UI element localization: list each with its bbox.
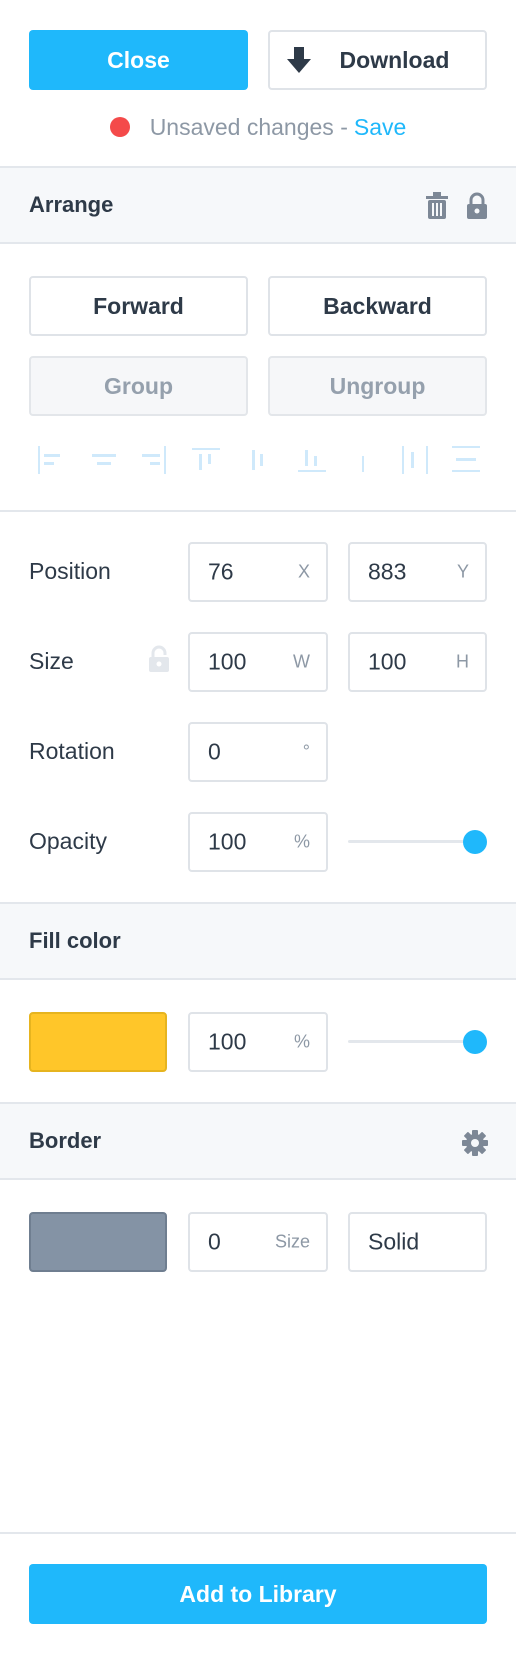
border-style-select[interactable]: Solid — [348, 1212, 487, 1272]
ungroup-button[interactable]: Ungroup — [268, 356, 487, 416]
group-button-label: Group — [104, 372, 173, 399]
size-height-value: 100 — [368, 648, 407, 675]
size-width-field[interactable]: 100 W — [188, 632, 328, 692]
distribute-vertical-icon[interactable] — [452, 446, 482, 476]
position-x-field[interactable]: 76 X — [188, 542, 328, 602]
align-center-line-icon[interactable] — [356, 446, 386, 476]
trash-icon[interactable] — [426, 192, 448, 220]
border-color-swatch[interactable] — [29, 1212, 167, 1272]
forward-button-label: Forward — [93, 292, 184, 319]
fill-color-swatch[interactable] — [29, 1012, 167, 1072]
arrange-divider — [0, 510, 516, 512]
download-button-label: Download — [339, 46, 450, 73]
size-width-unit: W — [293, 651, 310, 672]
save-link[interactable]: Save — [354, 114, 406, 141]
add-to-library-label: Add to Library — [179, 1580, 337, 1607]
opacity-slider-knob[interactable] — [463, 830, 487, 854]
unlocked-padlock-icon[interactable] — [148, 645, 170, 673]
rotation-field[interactable]: 0 ° — [188, 722, 328, 782]
unsaved-status-text: Unsaved changes - — [149, 113, 348, 140]
align-right-icon[interactable] — [140, 446, 170, 476]
border-size-field[interactable]: 0 Size — [188, 1212, 328, 1272]
position-y-field[interactable]: 883 Y — [348, 542, 487, 602]
rotation-unit: ° — [302, 741, 310, 762]
lock-icon[interactable] — [466, 192, 488, 220]
ungroup-button-label: Ungroup — [329, 372, 426, 399]
align-left-icon[interactable] — [38, 446, 68, 476]
add-to-library-button[interactable]: Add to Library — [29, 1564, 487, 1624]
arrange-section-header: Arrange — [0, 166, 516, 244]
position-y-unit: Y — [456, 561, 469, 582]
border-size-value: 0 — [208, 1228, 221, 1255]
unsaved-status: Unsaved changes - Save — [0, 112, 516, 142]
size-label: Size — [29, 648, 74, 674]
backward-button[interactable]: Backward — [268, 276, 487, 336]
size-width-value: 100 — [208, 648, 247, 675]
fill-opacity-slider-knob[interactable] — [463, 1030, 487, 1054]
border-size-unit: Size — [274, 1231, 310, 1252]
opacity-unit: % — [293, 831, 310, 852]
align-center-horizontal-icon[interactable] — [90, 446, 120, 476]
footer-divider — [0, 1532, 516, 1534]
fill-opacity-slider-track — [348, 1040, 475, 1043]
fill-opacity-value: 100 — [208, 1028, 247, 1055]
opacity-field[interactable]: 100 % — [188, 812, 328, 872]
border-style-value: Solid — [368, 1228, 420, 1255]
download-arrow-icon — [286, 47, 312, 75]
opacity-value: 100 — [208, 828, 247, 855]
size-height-field[interactable]: 100 H — [348, 632, 487, 692]
distribute-horizontal-icon[interactable] — [402, 446, 432, 476]
size-height-unit: H — [456, 651, 469, 672]
align-top-icon[interactable] — [192, 446, 222, 476]
fill-color-section-header: Fill color — [0, 902, 516, 980]
unsaved-indicator-dot — [109, 117, 130, 137]
opacity-slider-track — [348, 840, 475, 843]
fill-opacity-field[interactable]: 100 % — [188, 1012, 328, 1072]
forward-button[interactable]: Forward — [29, 276, 248, 336]
arrange-section-title: Arrange — [29, 192, 114, 217]
border-section-title: Border — [29, 1128, 102, 1153]
rotation-label: Rotation — [29, 738, 115, 764]
opacity-label: Opacity — [29, 828, 107, 854]
align-middle-vertical-icon[interactable] — [248, 446, 278, 476]
properties-panel: Close Download Unsaved changes - Save Ar… — [0, 0, 516, 1654]
download-button[interactable]: Download — [268, 30, 487, 90]
gear-icon[interactable] — [462, 1130, 488, 1156]
close-button[interactable]: Close — [29, 30, 248, 90]
position-y-value: 883 — [368, 558, 407, 585]
align-bottom-icon[interactable] — [298, 446, 328, 476]
rotation-value: 0 — [208, 738, 221, 765]
position-x-unit: X — [297, 561, 310, 582]
group-button[interactable]: Group — [29, 356, 248, 416]
opacity-slider[interactable] — [348, 830, 487, 854]
close-button-label: Close — [107, 46, 170, 73]
fill-color-section-title: Fill color — [29, 928, 121, 953]
fill-opacity-unit: % — [293, 1031, 310, 1052]
position-x-value: 76 — [208, 558, 234, 585]
border-section-header: Border — [0, 1102, 516, 1180]
fill-opacity-slider[interactable] — [348, 1030, 487, 1054]
backward-button-label: Backward — [323, 292, 432, 319]
position-label: Position — [29, 558, 111, 584]
